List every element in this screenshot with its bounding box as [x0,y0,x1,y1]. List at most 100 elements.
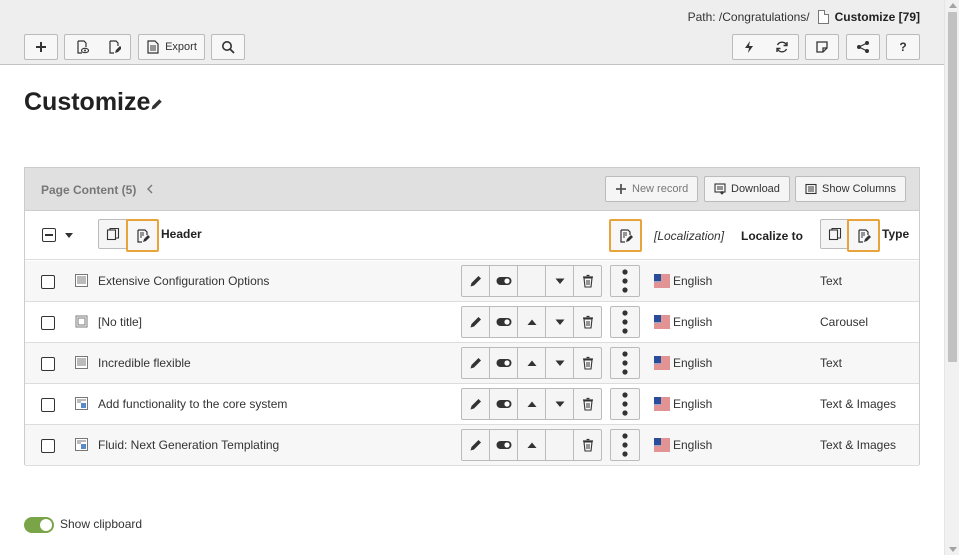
export-label: Export [165,41,197,53]
carousel-content-icon[interactable] [75,315,88,328]
share-button[interactable] [846,34,880,60]
download-button[interactable]: Download [704,176,790,202]
bookmark-button[interactable] [805,34,839,60]
delete-button[interactable] [573,347,602,379]
pencil-icon [470,440,481,451]
move-down-button[interactable] [545,388,574,420]
trash-icon [582,315,593,329]
edit-page-properties-button[interactable] [98,34,131,60]
show-columns-label: Show Columns [822,183,896,195]
edit-button[interactable] [461,388,490,420]
move-up-placeholder [517,265,546,297]
move-down-button[interactable] [545,306,574,338]
column-type-label[interactable]: Type [882,227,909,241]
text-images-content-icon[interactable] [75,397,88,410]
row-checkbox[interactable] [41,316,55,330]
reload-button[interactable] [765,34,799,60]
trash-icon [582,356,593,370]
edit-button[interactable] [461,306,490,338]
page-scrollbar[interactable] [944,0,959,555]
copy-icon [106,227,120,241]
copy-type-column-button[interactable] [820,219,850,249]
hide-toggle-button[interactable] [489,388,518,420]
edit-localization-column-button[interactable] [609,219,642,252]
help-button[interactable]: ? [886,34,920,60]
scroll-down-arrow[interactable] [949,547,957,552]
delete-button[interactable] [573,388,602,420]
column-header-label[interactable]: Header [161,227,202,241]
edit-button[interactable] [461,265,490,297]
column-localize-to-label: Localize to [741,229,804,243]
row-checkbox[interactable] [41,275,55,289]
row-checkbox[interactable] [41,357,55,371]
show-columns-button[interactable]: Show Columns [795,176,906,202]
move-up-button[interactable] [517,347,546,379]
path-page: Customize [79] [834,10,920,24]
export-button[interactable]: Export [138,34,205,60]
page-title: Customize [24,88,151,116]
row-title[interactable]: Incredible flexible [98,356,191,370]
row-title[interactable]: [No title] [98,315,142,329]
edit-type-column-button[interactable] [847,219,880,252]
move-up-button[interactable] [517,306,546,338]
delete-button[interactable] [573,429,602,461]
edit-record-icon [136,228,150,243]
edit-button[interactable] [461,429,490,461]
chevron-left-icon[interactable] [146,184,154,194]
clear-cache-button[interactable] [732,34,766,60]
text-content-icon[interactable] [75,356,88,369]
more-options-button[interactable] [610,388,640,420]
table-row[interactable]: Add functionality to the core system Engl… [25,384,919,425]
table-row[interactable]: [No title] English Carousel [25,302,919,343]
edit-button[interactable] [461,347,490,379]
more-options-button[interactable] [610,265,640,297]
selection-dropdown-caret[interactable] [65,233,73,238]
more-options-button[interactable] [610,306,640,338]
delete-button[interactable] [573,265,602,297]
scroll-thumb[interactable] [948,12,957,362]
arrow-down-icon [555,319,564,325]
search-button[interactable] [211,34,245,60]
move-up-button[interactable] [517,388,546,420]
row-title[interactable]: Fluid: Next Generation Templating [98,438,279,452]
row-language: English [673,356,713,370]
row-title[interactable]: Extensive Configuration Options [98,274,269,288]
move-down-button[interactable] [545,347,574,379]
hide-toggle-button[interactable] [489,347,518,379]
search-icon [222,41,235,54]
edit-column-button[interactable] [126,219,159,252]
us-flag-icon [654,397,670,411]
more-options-button[interactable] [610,429,640,461]
row-action-group [461,388,602,420]
select-all-checkbox[interactable] [42,228,56,242]
delete-button[interactable] [573,306,602,338]
row-action-group [461,429,602,461]
row-checkbox[interactable] [41,439,55,453]
move-up-button[interactable] [517,429,546,461]
text-content-icon[interactable] [75,274,88,287]
hide-toggle-button[interactable] [489,306,518,338]
table-row[interactable]: Extensive Configuration Options English Te… [25,261,919,302]
clipboard-toggle[interactable] [24,517,54,533]
hide-toggle-button[interactable] [489,429,518,461]
move-down-button[interactable] [545,265,574,297]
scroll-up-arrow[interactable] [949,3,957,8]
text-images-content-icon[interactable] [75,438,88,451]
download-label: Download [731,183,780,195]
row-title[interactable]: Add functionality to the core system [98,397,287,411]
row-checkbox[interactable] [41,398,55,412]
breadcrumb: Path: /Congratulations/ Customize [79] [688,10,920,24]
arrow-down-icon [555,401,564,407]
more-options-icon [622,310,628,334]
new-record-button[interactable]: New record [605,176,699,202]
pencil-icon[interactable] [150,97,164,111]
table-row[interactable]: Fluid: Next Generation Templating English… [25,425,919,466]
hide-toggle-button[interactable] [489,265,518,297]
view-page-button[interactable] [64,34,99,60]
panel-title: Page Content (5) [41,183,137,197]
row-language: English [673,315,713,329]
copy-column-button[interactable] [98,219,128,249]
new-button[interactable] [24,34,58,60]
table-row[interactable]: Incredible flexible English Text [25,343,919,384]
more-options-button[interactable] [610,347,640,379]
